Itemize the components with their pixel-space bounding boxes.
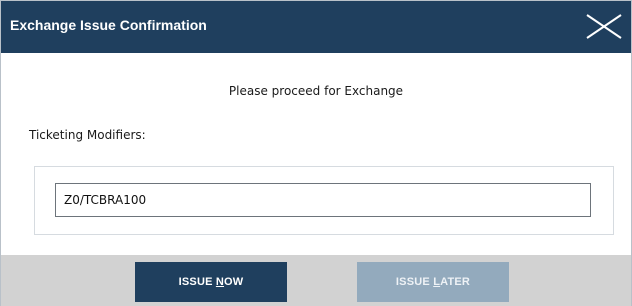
close-button[interactable]: [585, 14, 623, 39]
confirmation-message: Please proceed for Exchange: [228, 84, 404, 98]
issue-now-button[interactable]: ISSUE NOW: [135, 262, 287, 302]
dialog-title: Exchange Issue Confirmation: [10, 17, 207, 33]
issue-now-label-suffix: OW: [224, 276, 244, 288]
issue-now-mnemonic: N: [215, 276, 225, 288]
title-bar: Exchange Issue Confirmation: [1, 1, 631, 53]
exchange-issue-dialog: Exchange Issue Confirmation Please proce…: [0, 0, 632, 306]
issue-later-label-suffix: ATER: [440, 276, 471, 288]
ticketing-modifiers-label: Ticketing Modifiers:: [29, 128, 146, 142]
ticketing-modifiers-input[interactable]: [55, 183, 591, 217]
issue-later-button[interactable]: ISSUE LATER: [357, 262, 509, 302]
issue-now-label-prefix: ISSUE: [178, 276, 216, 288]
issue-later-label-prefix: ISSUE: [395, 276, 434, 288]
ticketing-modifiers-panel: [34, 166, 614, 235]
close-icon: [586, 14, 622, 39]
button-bar: ISSUE NOW ISSUE LATER: [1, 255, 631, 306]
